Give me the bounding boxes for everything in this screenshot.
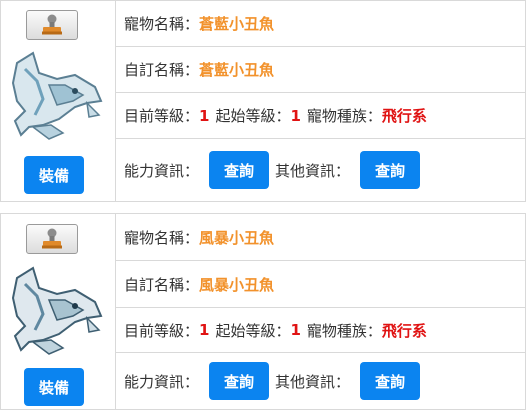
custom-name-row: 自訂名稱： 蒼藍小丑魚 (116, 47, 525, 93)
custom-name-row: 自訂名稱： 風暴小丑魚 (116, 261, 525, 308)
stamp-icon (42, 14, 62, 35)
pet-name-label: 寵物名稱： (124, 15, 200, 33)
ability-query-button[interactable]: 查詢 (209, 151, 270, 189)
ability-info-label: 能力資訊： (124, 161, 200, 180)
ability-query-button[interactable]: 查詢 (209, 362, 270, 400)
custom-name-value: 蒼藍小丑魚 (199, 61, 275, 79)
start-level-value: 1 (290, 321, 301, 339)
other-query-button[interactable]: 查詢 (360, 151, 421, 189)
level-row: 目前等級： 1 起始等級： 1 寵物種族： 飛行系 (116, 308, 525, 353)
other-info-label: 其他資訊： (275, 372, 351, 391)
pet-card: 裝備 寵物名稱： 風暴小丑魚 自訂名稱： 風暴小丑魚 目前等級： 1 起始等級：… (0, 213, 526, 410)
current-level-label: 目前等級： (124, 321, 200, 340)
info-row: 能力資訊： 查詢 其他資訊： 查詢 (116, 353, 525, 409)
ability-info-label: 能力資訊： (124, 372, 200, 391)
pet-name-value: 風暴小丑魚 (199, 228, 275, 247)
race-label: 寵物種族： (306, 321, 382, 340)
pet-card: 裝備 寵物名稱： 蒼藍小丑魚 自訂名稱： 蒼藍小丑魚 目前等級： 1 起始等級：… (0, 0, 526, 202)
pet-image-column: 裝備 (1, 1, 116, 201)
other-info-label: 其他資訊： (275, 161, 351, 180)
stamp-icon (42, 228, 62, 249)
current-level-label: 目前等級： (124, 107, 200, 125)
pet-name-row: 寵物名稱： 風暴小丑魚 (116, 214, 525, 261)
pet-fish-icon (11, 266, 103, 355)
race-value: 飛行系 (381, 321, 427, 340)
pet-info-column: 寵物名稱： 風暴小丑魚 自訂名稱： 風暴小丑魚 目前等級： 1 起始等級： 1 … (116, 214, 525, 409)
equip-button[interactable]: 裝備 (24, 368, 84, 406)
pet-name-label: 寵物名稱： (124, 228, 200, 247)
pet-name-row: 寵物名稱： 蒼藍小丑魚 (116, 1, 525, 47)
stamp-button[interactable] (26, 224, 78, 254)
stamp-button[interactable] (26, 10, 78, 40)
other-query-button[interactable]: 查詢 (360, 362, 421, 400)
pet-fish-icon (11, 51, 103, 140)
equip-button[interactable]: 裝備 (24, 156, 84, 194)
pet-name-value: 蒼藍小丑魚 (199, 15, 275, 33)
level-row: 目前等級： 1 起始等級： 1 寵物種族： 飛行系 (116, 93, 525, 139)
current-level-value: 1 (199, 106, 210, 125)
race-value: 飛行系 (381, 107, 427, 125)
custom-name-value: 風暴小丑魚 (199, 275, 275, 294)
start-level-value: 1 (290, 106, 301, 125)
current-level-value: 1 (199, 321, 210, 339)
start-level-label: 起始等級： (215, 321, 291, 340)
start-level-label: 起始等級： (215, 107, 291, 125)
pet-info-column: 寵物名稱： 蒼藍小丑魚 自訂名稱： 蒼藍小丑魚 目前等級： 1 起始等級： 1 … (116, 1, 525, 201)
pet-image-column: 裝備 (1, 214, 116, 409)
info-row: 能力資訊： 查詢 其他資訊： 查詢 (116, 139, 525, 201)
race-label: 寵物種族： (306, 107, 382, 125)
custom-name-label: 自訂名稱： (124, 61, 200, 79)
custom-name-label: 自訂名稱： (124, 275, 200, 294)
